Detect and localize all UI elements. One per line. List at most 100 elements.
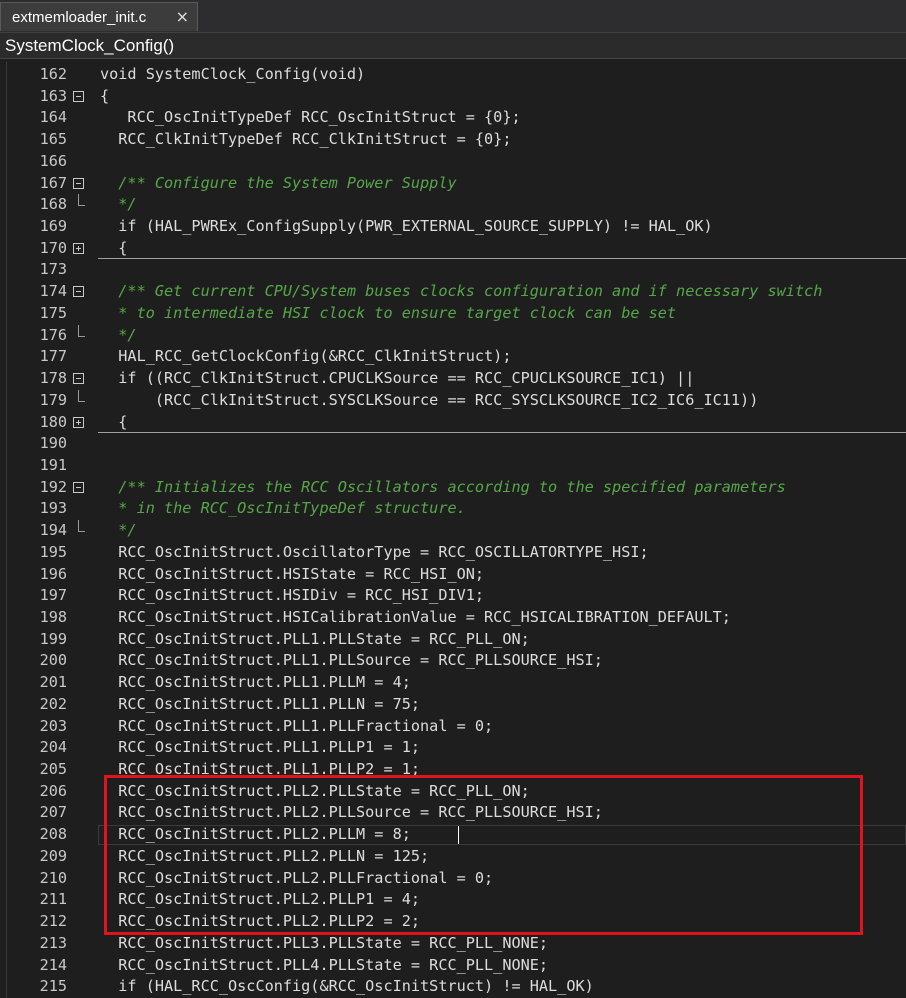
highlight-box [104,775,863,935]
fold-guide-line [68,542,90,564]
code-line[interactable]: 197 RCC_OscInitStruct.HSIDiv = RCC_HSI_D… [0,585,906,607]
code-line[interactable]: 201 RCC_OscInitStruct.PLL1.PLLM = 4; [0,672,906,694]
code-line[interactable]: 190 [0,433,906,455]
code-line[interactable]: 213 RCC_OscInitStruct.PLL3.PLLState = RC… [0,933,906,955]
line-number: 199 [39,629,67,648]
tab-extmemloader-init[interactable]: extmemloader_init.c × [0,2,198,31]
collapse-fold-icon[interactable] [68,281,90,303]
line-number: 167 [39,173,67,192]
code-line[interactable]: 214 RCC_OscInitStruct.PLL4.PLLState = RC… [0,955,906,977]
code-line[interactable]: 173 [0,259,906,281]
fold-gutter [68,64,90,86]
code-line[interactable]: 200 RCC_OscInitStruct.PLL1.PLLSource = R… [0,650,906,672]
line-number: 202 [39,694,67,713]
code-line[interactable]: 196 RCC_OscInitStruct.HSIState = RCC_HSI… [0,564,906,586]
code-comment: * to intermediate HSI clock to ensure ta… [100,303,677,322]
code-line[interactable]: 167 /** Configure the System Power Suppl… [0,173,906,195]
fold-end-marker [68,520,90,542]
code-line[interactable]: 194 */ [0,520,906,542]
line-number: 169 [39,217,67,236]
fold-guide-line [68,455,90,477]
fold-end-marker [68,324,90,347]
collapse-fold-icon[interactable] [68,173,90,195]
line-number: 214 [39,955,67,974]
line-number: 194 [39,521,67,540]
line-number: 179 [39,390,67,409]
fold-guide-line [68,911,90,933]
tab-bar: extmemloader_init.c × [0,0,906,33]
code-line[interactable]: 199 RCC_OscInitStruct.PLL1.PLLState = RC… [0,629,906,651]
code-line[interactable]: 165 RCC_ClkInitTypeDef RCC_ClkInitStruct… [0,129,906,151]
collapse-fold-icon[interactable] [68,86,90,108]
code-comment: /** Configure the System Power Supply [100,173,457,192]
line-number: 165 [39,130,67,149]
code-line[interactable]: 215 if (HAL_RCC_OscConfig(&RCC_OscInitSt… [0,976,906,998]
fold-guide-line [68,433,90,455]
code-line[interactable]: 176 */ [0,324,906,347]
code-line[interactable]: 178 if ((RCC_ClkInitStruct.CPUCLKSource … [0,368,906,390]
code-text: if (HAL_PWREx_ConfigSupply(PWR_EXTERNAL_… [100,217,713,236]
line-number: 198 [39,608,67,626]
code-line[interactable]: 202 RCC_OscInitStruct.PLL1.PLLN = 75; [0,694,906,716]
line-number: 200 [39,651,67,670]
expand-fold-icon[interactable] [68,238,90,260]
line-number: 168 [39,195,67,214]
code-text: HAL_RCC_GetClockConfig(&RCC_ClkInitStruc… [100,347,512,366]
code-line[interactable]: 163 { [0,86,906,108]
fold-guide-line [68,107,90,129]
code-line[interactable]: 168 */ [0,194,906,216]
line-number: 163 [39,86,67,105]
code-line[interactable]: 180 { [0,412,906,434]
code-comment: */ [100,325,137,344]
code-line[interactable]: 198 RCC_OscInitStruct.HSICalibrationValu… [0,607,906,629]
fold-guide-line [68,303,90,325]
code-comment: */ [100,195,137,214]
fold-guide-line [68,716,90,738]
close-icon[interactable]: × [176,7,189,26]
line-number: 175 [39,303,67,322]
code-line[interactable]: 179 (RCC_ClkInitStruct.SYSCLKSource == R… [0,389,906,412]
expand-fold-icon[interactable] [68,412,90,434]
tab-label: extmemloader_init.c [12,8,147,26]
line-number: 197 [39,586,67,605]
code-text: if (HAL_RCC_OscConfig(&RCC_OscInitStruct… [100,977,594,996]
line-number: 212 [39,912,67,931]
code-line[interactable]: 162 void SystemClock_Config(void) [0,64,906,86]
code-line[interactable]: 192 /** Initializes the RCC Oscillators … [0,477,906,499]
code-line[interactable]: 164 RCC_OscInitTypeDef RCC_OscInitStruct… [0,107,906,129]
code-line[interactable]: 177 HAL_RCC_GetClockConfig(&RCC_ClkInitS… [0,346,906,368]
code-line[interactable]: 203 RCC_OscInitStruct.PLL1.PLLFractional… [0,716,906,738]
line-number: 190 [39,434,67,453]
fold-guide-line [68,889,90,911]
fold-guide-line [68,498,90,520]
code-line[interactable]: 169 if (HAL_PWREx_ConfigSupply(PWR_EXTER… [0,216,906,238]
code-line[interactable]: 175 * to intermediate HSI clock to ensur… [0,303,906,325]
fold-guide-line [68,759,90,781]
code-line[interactable]: 191 [0,455,906,477]
line-number: 170 [39,238,67,257]
fold-guide-line [68,781,90,803]
fold-guide-line [68,216,90,238]
code-line[interactable]: 174 /** Get current CPU/System buses clo… [0,281,906,303]
fold-guide-line [68,933,90,955]
fold-guide-line [68,868,90,890]
line-number: 207 [39,803,67,822]
line-number: 196 [39,564,67,583]
collapse-fold-icon[interactable] [68,477,90,499]
code-text: RCC_OscInitStruct.OscillatorType = RCC_O… [100,542,649,561]
code-line[interactable]: 193 * in the RCC_OscInitTypeDef structur… [0,498,906,520]
code-line[interactable]: 170 { [0,238,906,260]
code-text: { [100,86,110,105]
function-navigation-bar[interactable]: SystemClock_Config() [0,33,906,59]
line-number: 195 [39,542,67,561]
line-number: 211 [39,890,67,909]
fold-guide-line [68,607,90,629]
code-line[interactable]: 195 RCC_OscInitStruct.OscillatorType = R… [0,542,906,564]
collapse-fold-icon[interactable] [68,368,90,390]
code-line[interactable]: 204 RCC_OscInitStruct.PLL1.PLLP1 = 1; [0,737,906,759]
code-comment: */ [100,521,137,540]
code-line[interactable]: 166 [0,151,906,173]
fold-guide-line [68,346,90,368]
fold-guide-line [68,629,90,651]
line-number: 164 [39,108,67,127]
